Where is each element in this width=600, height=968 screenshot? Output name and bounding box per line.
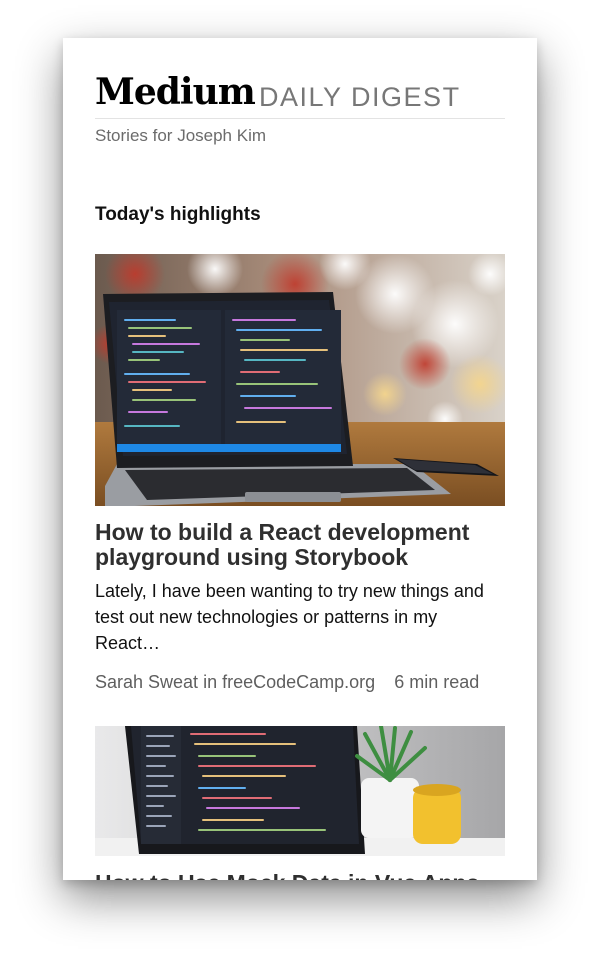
story-image-laptop[interactable] (95, 254, 505, 506)
byline-in: in (203, 672, 218, 692)
recipient-subtitle: Stories for Joseph Kim (95, 126, 267, 145)
read-time: 6 min read (394, 672, 480, 692)
section-title: Today's highlights (95, 204, 261, 225)
laptop-photo-icon (95, 254, 505, 506)
story-image-laptop-plant[interactable] (95, 726, 505, 856)
digest-email-card[interactable]: Medium DAILY DIGEST Stories for Joseph K… (63, 38, 537, 880)
story-byline: Sarah Sweat in freeCodeCamp.org 6 min re… (95, 672, 479, 693)
publication-link[interactable]: freeCodeCamp.org (222, 672, 375, 692)
author-link[interactable]: Sarah Sweat (95, 672, 198, 692)
next-story-title[interactable]: How to Use Mock Data in Vue Apps (95, 870, 479, 880)
masthead: Medium DAILY DIGEST (95, 70, 505, 119)
email-view: Medium DAILY DIGEST Stories for Joseph K… (0, 0, 600, 968)
story-title[interactable]: How to build a React development playgro… (95, 520, 505, 570)
laptop-plant-photo-icon (95, 726, 505, 856)
story-excerpt[interactable]: Lately, I have been wanting to try new t… (95, 578, 507, 656)
medium-logo[interactable]: Medium (95, 70, 256, 114)
daily-digest-label: DAILY DIGEST (259, 82, 461, 112)
